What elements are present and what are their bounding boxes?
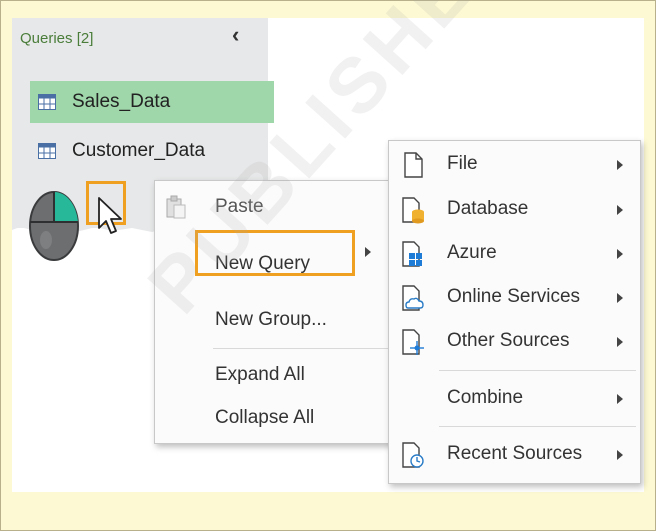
chevron-right-icon [617,160,623,170]
chevron-right-icon [617,394,623,404]
database-icon [402,197,424,224]
other-sources-icon [402,329,424,355]
menu-expand-all[interactable]: Expand All [215,364,305,386]
cloud-icon [402,285,424,311]
mouse-icon [29,191,79,261]
new-query-submenu: File Database Azure Online Services Othe… [388,140,641,484]
query-item-label: Sales_Data [72,91,171,112]
azure-icon [402,241,422,267]
query-item-sales-data[interactable]: Sales_Data [30,81,274,123]
submenu-label: Azure [447,242,497,263]
submenu-label: Combine [447,387,524,408]
submenu-recent-sources[interactable]: Recent Sources [389,435,640,475]
table-icon [38,94,56,110]
submenu-online-services[interactable]: Online Services [389,278,640,318]
menu-collapse-all[interactable]: Collapse All [215,407,314,429]
submenu-database[interactable]: Database [389,190,640,230]
submenu-label: Recent Sources [447,443,583,464]
cursor-icon [98,197,122,234]
menu-new-group[interactable]: New Group... [215,309,327,331]
submenu-other-sources[interactable]: Other Sources [389,322,640,362]
submenu-combine[interactable]: Combine [389,379,640,419]
query-item-label: Customer_Data [72,140,206,161]
menu-separator [213,348,396,349]
chevron-right-icon [365,247,371,257]
chevron-right-icon [617,337,623,347]
chevron-right-icon [617,450,623,460]
submenu-file[interactable]: File [389,145,640,185]
queries-header: Queries [2] [20,30,94,47]
recent-icon [402,442,424,468]
table-icon [38,143,56,159]
submenu-label: Online Services [447,286,581,307]
menu-separator [439,426,636,427]
submenu-label: Other Sources [447,330,570,351]
chevron-right-icon [617,249,623,259]
file-icon [404,152,423,178]
submenu-azure[interactable]: Azure [389,234,640,274]
chevron-right-icon [617,293,623,303]
menu-separator [439,370,636,371]
chevron-right-icon [617,205,623,215]
submenu-label: Database [447,198,529,219]
submenu-label: File [447,153,478,174]
collapse-pane-icon[interactable]: ‹ [232,22,239,48]
